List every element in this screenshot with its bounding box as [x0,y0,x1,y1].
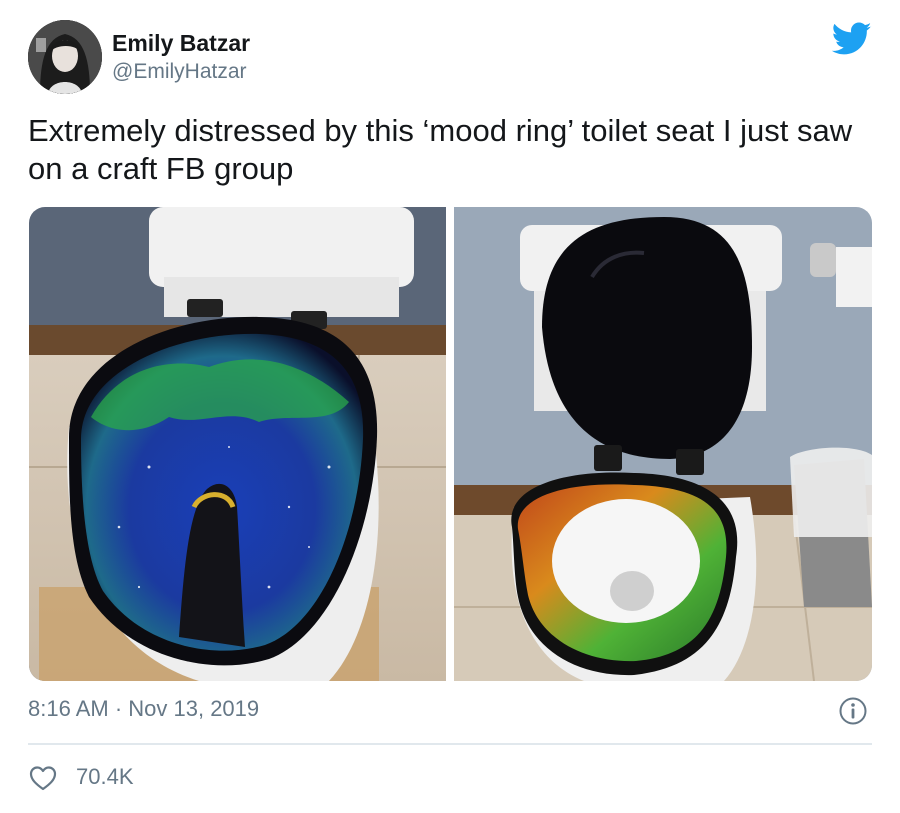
like-count: 70.4K [76,764,134,789]
twitter-bird-icon[interactable] [831,22,872,56]
tweet-timestamp[interactable]: 8:16 AM · Nov 13, 2019 [28,696,259,722]
info-circle-icon[interactable] [838,696,868,726]
heart-outline-icon[interactable] [28,764,58,792]
avatar-photo [28,20,102,94]
avatar[interactable] [28,20,102,94]
photo-open-seat[interactable] [454,207,872,681]
photo-closed-seat[interactable] [29,207,446,681]
divider [28,743,872,745]
author-name[interactable]: Emily Batzar [112,30,250,57]
tweet-card: Emily Batzar @EmilyHatzar Extremely dist… [0,0,900,813]
media-grid [29,207,872,681]
author-handle[interactable]: @EmilyHatzar [112,60,247,84]
tweet-text: Extremely distressed by this ‘mood ring’… [28,113,853,186]
